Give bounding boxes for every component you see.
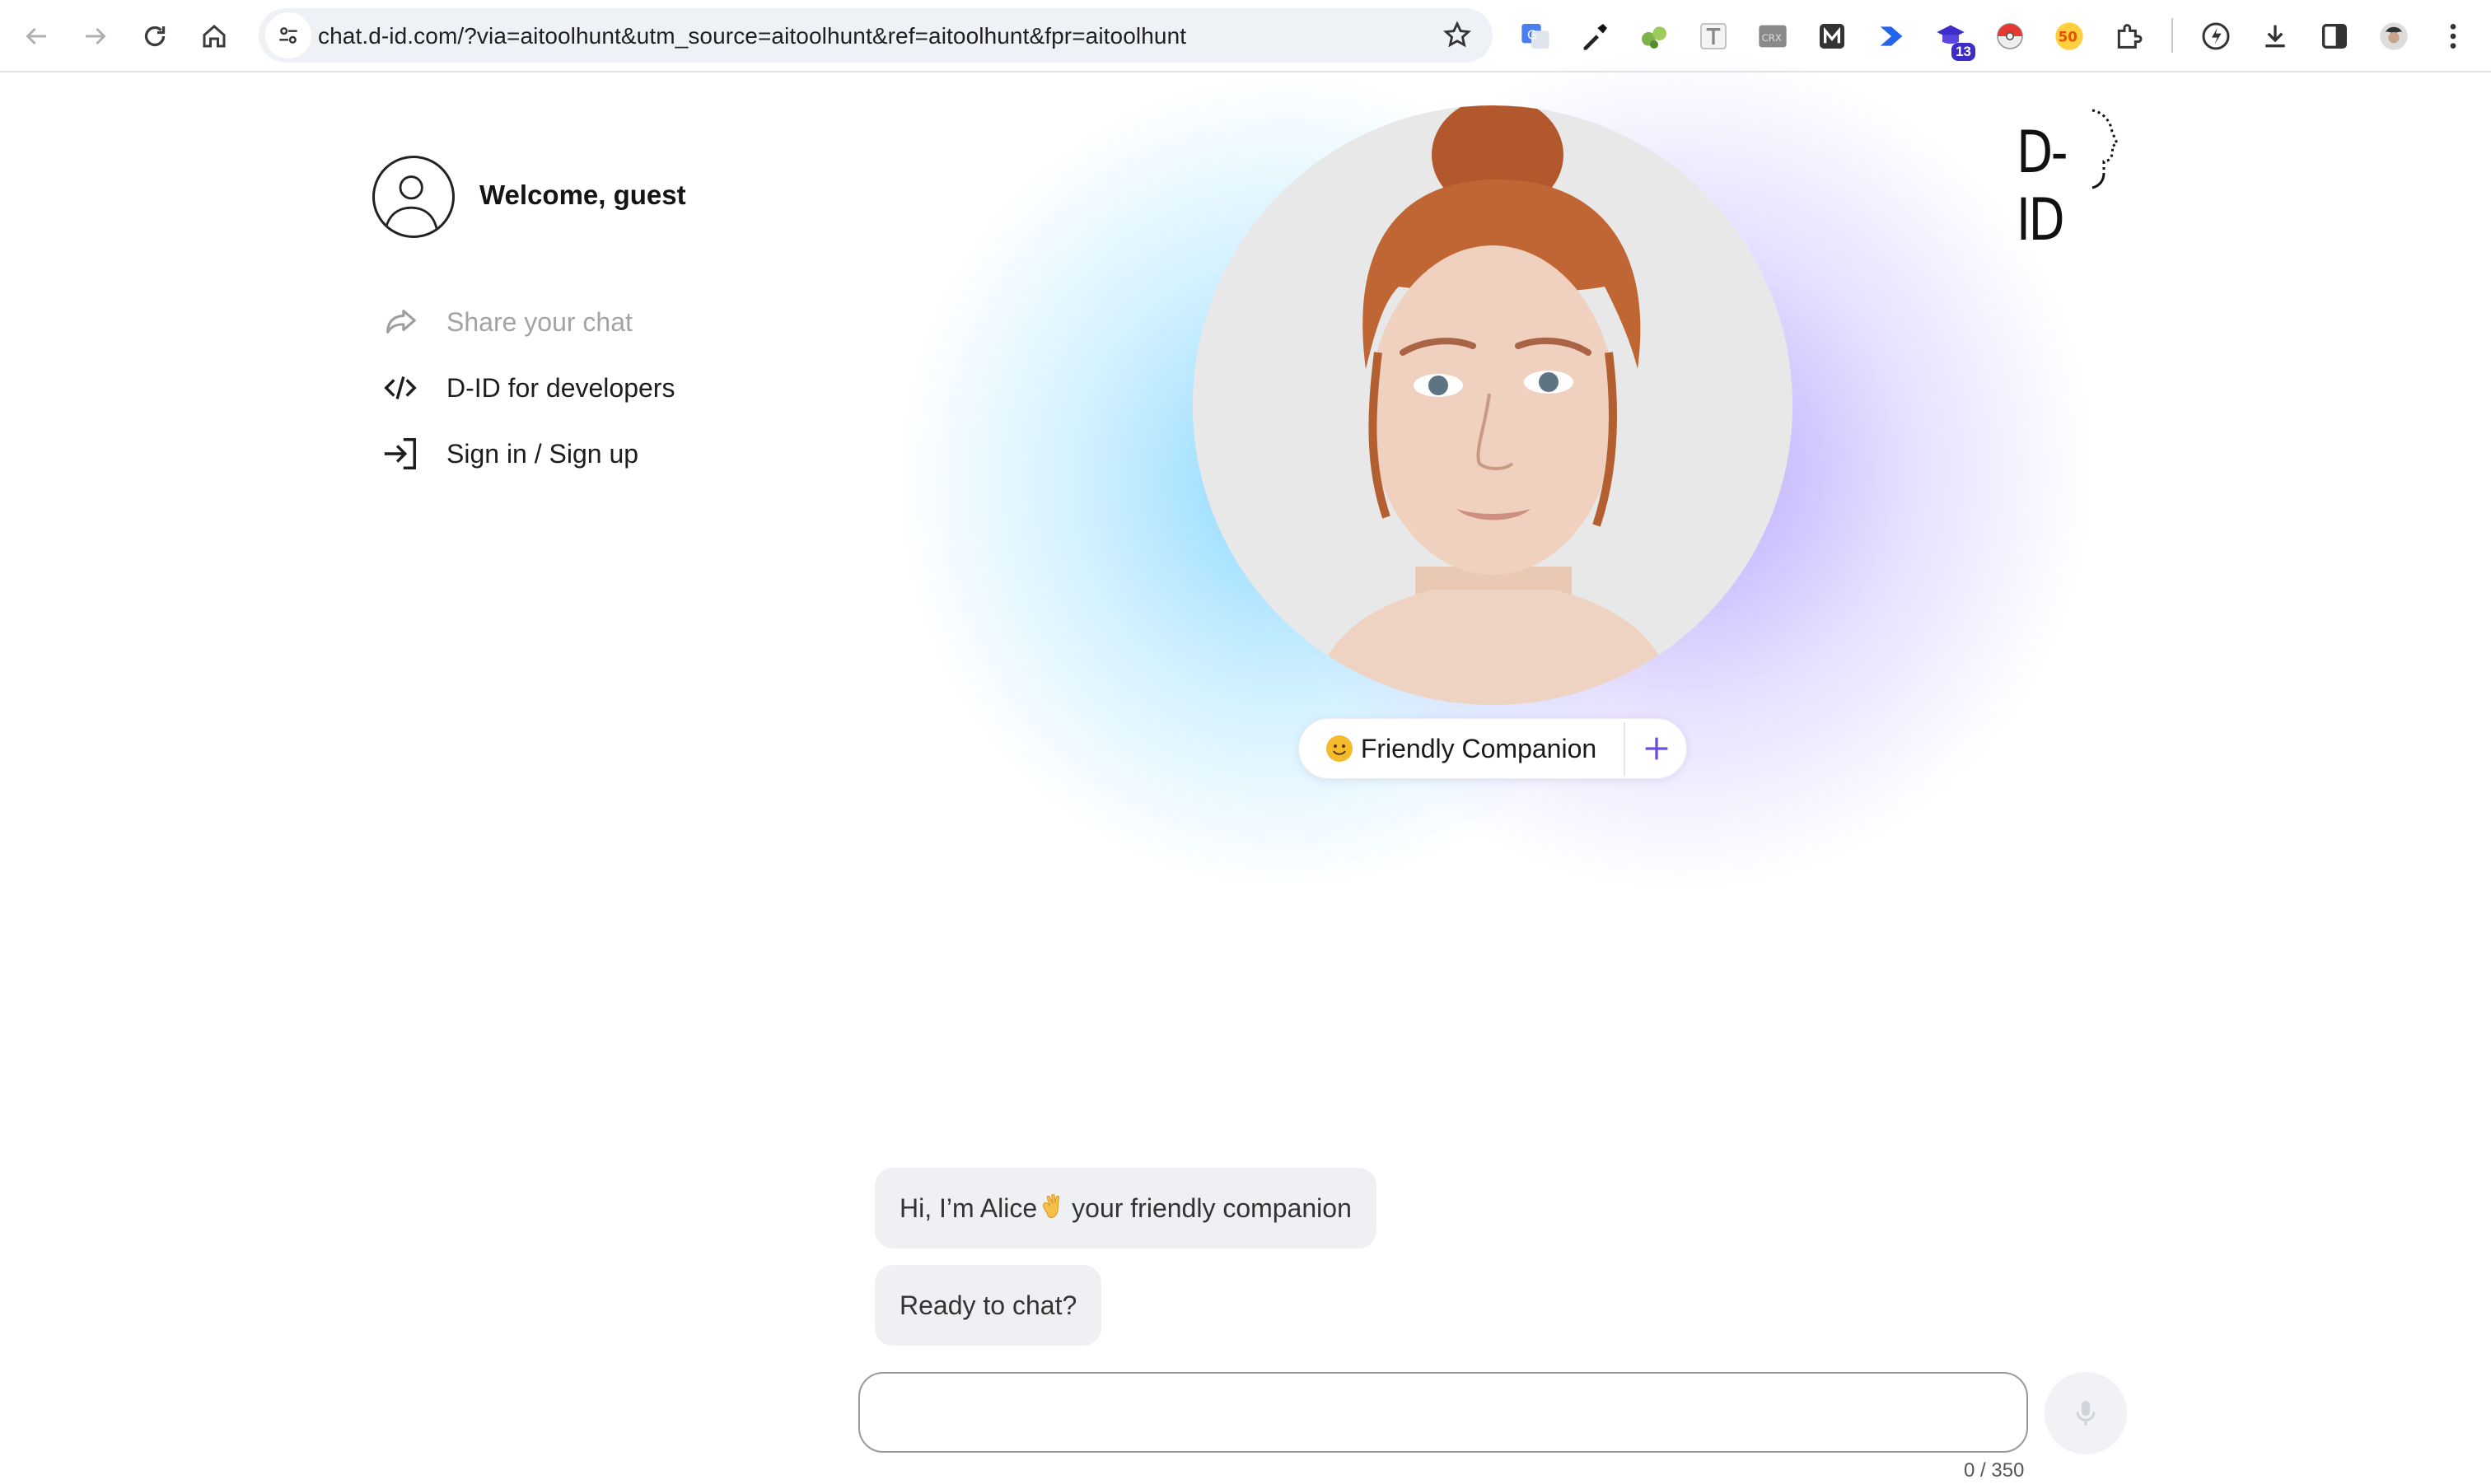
site-settings-button[interactable] bbox=[265, 12, 311, 58]
back-arrow-icon bbox=[26, 27, 46, 45]
microphone-icon bbox=[2076, 1401, 2096, 1426]
welcome-text: Welcome, guest bbox=[479, 180, 686, 210]
forward-button[interactable] bbox=[71, 12, 120, 61]
message-text: Ready to chat? bbox=[900, 1290, 1077, 1320]
message-text-start: Hi, I’m Alice bbox=[900, 1192, 1038, 1223]
head-profile-icon bbox=[2091, 109, 2119, 189]
tune-icon bbox=[279, 27, 297, 44]
puzzle-extensions-icon[interactable] bbox=[2109, 16, 2148, 56]
toolbar-divider bbox=[2171, 18, 2173, 53]
m-extension-icon[interactable] bbox=[1812, 16, 1852, 56]
side-panel-icon[interactable] bbox=[2315, 16, 2354, 56]
address-bar[interactable]: chat.d-id.com/?via=aitoolhunt&utm_source… bbox=[259, 8, 1493, 63]
persona-selector: Friendly Companion bbox=[1298, 718, 1687, 779]
reload-button[interactable] bbox=[130, 12, 180, 61]
d-id-logo[interactable]: D-ID bbox=[2017, 107, 2119, 254]
avatar-portrait bbox=[1193, 105, 1792, 705]
sign-in-icon bbox=[379, 432, 422, 475]
persona-button[interactable]: Friendly Companion bbox=[1299, 719, 1624, 778]
pokeball-extension-icon[interactable] bbox=[1990, 16, 2030, 56]
forward-arrow-icon bbox=[86, 27, 106, 45]
bookmark-star-icon[interactable] bbox=[1442, 20, 1473, 51]
bolt-extension-icon[interactable] bbox=[2196, 16, 2236, 56]
assistant-message: Hi, I’m Alice your friendly companion bbox=[875, 1168, 1376, 1248]
color-picker-extension-icon[interactable] bbox=[1575, 16, 1615, 56]
reload-icon bbox=[144, 26, 166, 47]
download-icon[interactable] bbox=[2255, 16, 2295, 56]
google-translate-extension-icon[interactable]: G bbox=[1516, 16, 1555, 56]
browser-toolbar: chat.d-id.com/?via=aitoolhunt&utm_source… bbox=[0, 0, 2491, 72]
smiling-face-icon bbox=[1325, 735, 1353, 762]
profile-icon[interactable] bbox=[2374, 16, 2414, 56]
arrow-extension-icon[interactable] bbox=[1872, 16, 1911, 56]
sign-in-label: Sign in / Sign up bbox=[446, 438, 639, 469]
svg-text:CRX: CRX bbox=[1762, 32, 1782, 44]
home-button[interactable] bbox=[189, 12, 239, 61]
sign-in-button[interactable]: Sign in / Sign up bbox=[379, 431, 638, 477]
waving-hand-icon bbox=[1043, 1194, 1060, 1218]
user-icon bbox=[384, 175, 438, 230]
crx-extension-icon[interactable]: CRX bbox=[1753, 16, 1792, 56]
plus-icon bbox=[1645, 737, 1668, 760]
svg-text:50: 50 bbox=[2059, 30, 2077, 45]
chat-input[interactable] bbox=[858, 1372, 2028, 1453]
share-chat-button[interactable]: Share your chat bbox=[379, 299, 633, 345]
developers-label: D-ID for developers bbox=[446, 372, 675, 403]
50-extension-icon[interactable]: 50 bbox=[2049, 16, 2089, 56]
back-button[interactable] bbox=[12, 12, 61, 61]
more-menu-icon[interactable] bbox=[2433, 16, 2473, 56]
home-icon bbox=[203, 25, 226, 48]
guest-avatar[interactable] bbox=[372, 156, 455, 238]
share-chat-label: Share your chat bbox=[446, 306, 633, 337]
logo-text: D-ID bbox=[2017, 119, 2068, 254]
message-text-end: your friendly companion bbox=[1072, 1192, 1352, 1223]
assistant-message: Ready to chat? bbox=[875, 1265, 1102, 1346]
character-counter: 0 / 350 bbox=[1964, 1459, 2025, 1482]
microphone-button[interactable] bbox=[2045, 1372, 2127, 1454]
svg-text:G: G bbox=[1527, 27, 1537, 42]
share-icon bbox=[379, 301, 422, 343]
url-text[interactable]: chat.d-id.com/?via=aitoolhunt&utm_source… bbox=[318, 23, 1186, 49]
extension-badge: 13 bbox=[1951, 43, 1975, 61]
code-icon bbox=[379, 366, 422, 409]
graduation-extension-icon[interactable]: 13 bbox=[1931, 16, 1975, 61]
persona-label: Friendly Companion bbox=[1360, 733, 1597, 763]
developers-link[interactable]: D-ID for developers bbox=[379, 365, 675, 411]
add-persona-button[interactable] bbox=[1625, 719, 1688, 778]
